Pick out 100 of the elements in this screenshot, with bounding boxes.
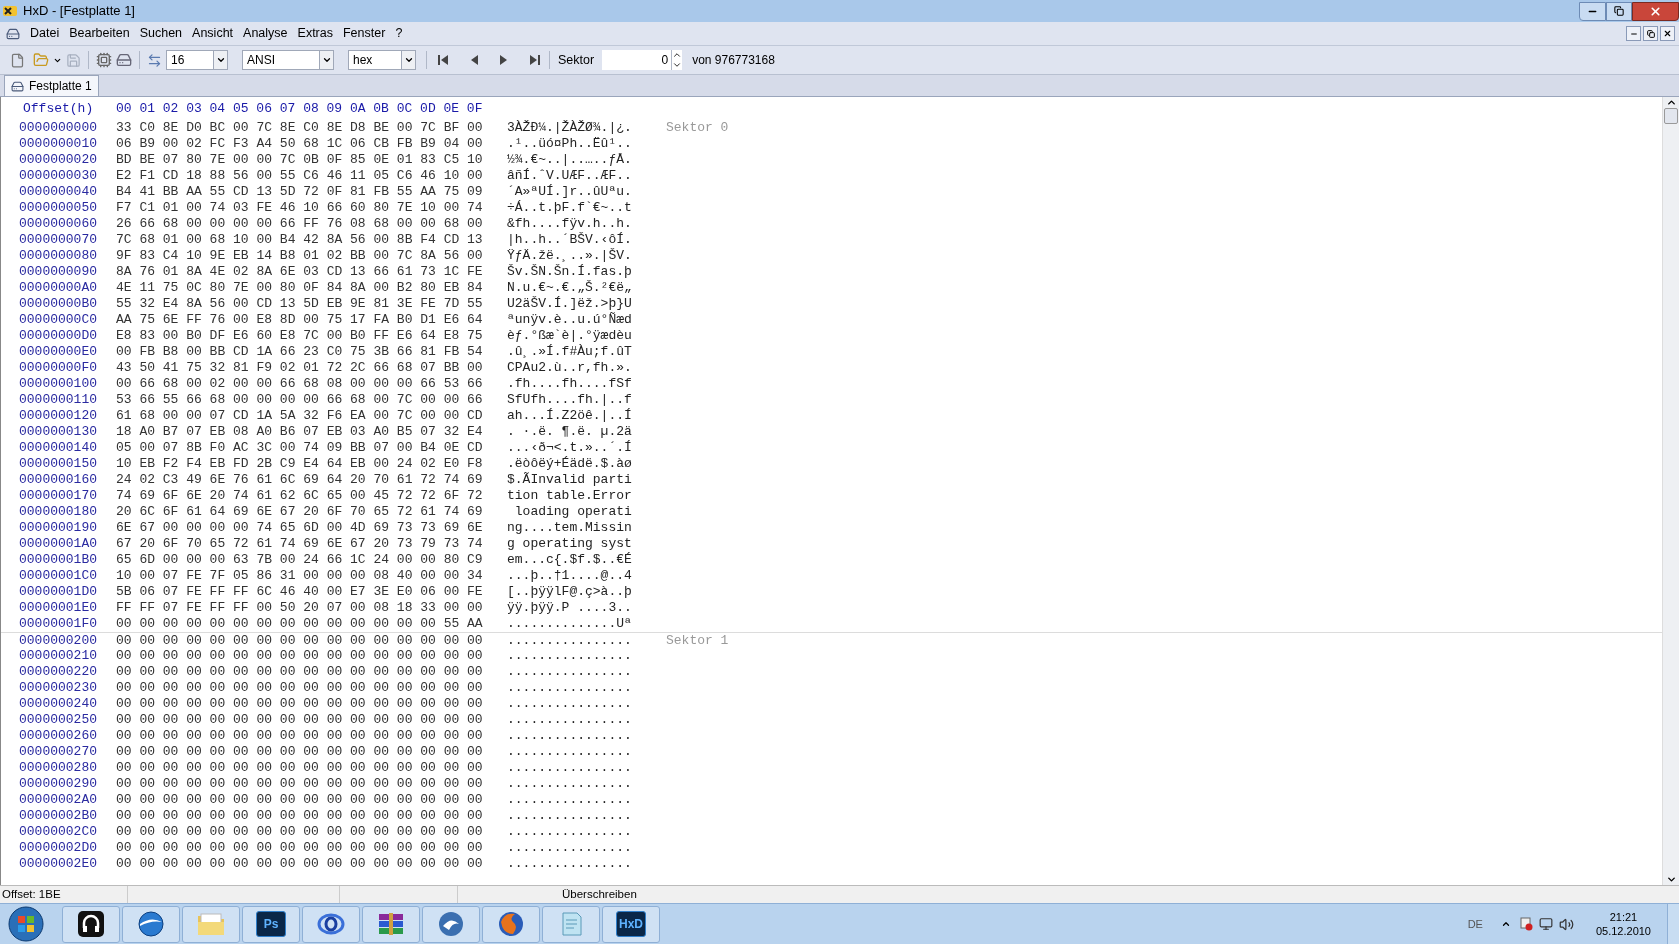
offset-cell-text: 00000001A0 — [19, 536, 98, 552]
hex-bytes: 00 00 00 00 00 00 00 00 00 00 00 00 00 00 00 00 — [116, 664, 484, 680]
spin-down-icon[interactable] — [672, 60, 683, 70]
hex-bytes: 26 66 68 00 00 00 00 66 FF 76 08 68 00 00 68 00 — [116, 216, 484, 232]
menu-item[interactable]: Ansicht — [187, 24, 239, 43]
spin-up-icon[interactable] — [672, 50, 683, 60]
text-column: ................ — [507, 664, 666, 680]
text-column: SfUfh....fh.|..f — [507, 392, 666, 408]
text-column: ah...Í.Z2öê.|..Í — [507, 408, 666, 424]
chip-icon[interactable] — [96, 52, 112, 68]
hex-bytes: 61 68 00 00 07 CD 1A 5A 32 F6 EA 00 7C 00 00 CD — [116, 408, 484, 424]
document-icon — [6, 26, 20, 41]
menu-item[interactable]: Suchen — [134, 24, 188, 43]
bytes-per-row-select[interactable]: 16 — [166, 50, 228, 70]
child-close-button[interactable] — [1660, 26, 1675, 41]
scroll-thumb[interactable] — [1664, 108, 1678, 124]
text-column: [..þÿÿlF@.ç>à..þ — [507, 584, 666, 600]
flag-icon[interactable] — [1518, 917, 1533, 931]
document-tab[interactable]: Festplatte 1 — [4, 75, 99, 96]
offset-cell-text: 00000001D0 — [19, 584, 98, 600]
offset-cell-text: 00000002B0 — [19, 808, 98, 824]
vertical-scrollbar[interactable] — [1662, 97, 1679, 885]
language-indicator[interactable]: DE — [1467, 915, 1483, 933]
menu-item[interactable]: Bearbeiten — [64, 24, 135, 43]
hex-bytes: 00 00 00 00 00 00 00 00 00 00 00 00 00 00 00 00 — [116, 712, 484, 728]
column-header: 08 — [303, 101, 320, 117]
volume-icon[interactable] — [1558, 916, 1574, 932]
menu-item[interactable]: Fenster — [338, 24, 391, 43]
offset-cell-text: 0000000280 — [19, 760, 98, 776]
taskbar-button[interactable]: HxD — [602, 905, 660, 943]
text-column: ................ — [507, 648, 666, 664]
clock-date[interactable]: 05.12.2010 — [1595, 924, 1651, 938]
taskbar-button[interactable]: Ps — [242, 905, 300, 943]
hex-bytes: 6E 67 00 00 00 00 74 65 6D 00 4D 69 73 73 69 6E — [116, 520, 484, 536]
offset-cell-text: 0000000010 — [19, 136, 98, 152]
hex-bytes: 20 6C 6F 61 64 69 6E 67 20 6F 70 65 72 61 74 69 — [116, 504, 484, 520]
text-column: U2äŠV.Í.]ëž.>þ}U — [507, 296, 666, 312]
offset-cell-text: 0000000000 — [19, 120, 98, 136]
text-column: ................ — [507, 633, 666, 648]
hex-bytes: 00 66 68 00 02 00 00 66 68 08 00 00 00 66 53 66 — [116, 376, 484, 392]
hex-bytes: 00 00 00 00 00 00 00 00 00 00 00 00 00 00 00 00 — [116, 760, 484, 776]
child-restore-button[interactable] — [1643, 26, 1658, 41]
text-column: ÿÿ.þÿÿ.P ....3.. — [507, 600, 666, 616]
hex-bytes: 06 B9 00 02 FC F3 A4 50 68 1C 06 CB FB B9 04 00 — [116, 136, 484, 152]
child-minimize-button[interactable] — [1626, 26, 1641, 41]
show-hidden-icons[interactable] — [1500, 919, 1511, 929]
hex-bytes: 74 69 6F 6E 20 74 61 62 6C 65 00 45 72 72 6F 72 — [116, 488, 484, 504]
text-column: ..............Uª — [507, 616, 666, 632]
sector-spin-field[interactable]: 0 — [602, 50, 683, 70]
offset-cell-text: 0000000240 — [19, 696, 98, 712]
text-column: CPAu2.ù..r,fh.». — [507, 360, 666, 376]
text-column: ................ — [507, 856, 666, 872]
text-column: ŸƒÄ.žë.¸..».|ŠV. — [507, 248, 666, 264]
close-button[interactable] — [1632, 1, 1679, 21]
offset-base-select[interactable]: hex — [348, 50, 416, 70]
text-column: &fh....fÿv.h..h. — [507, 216, 666, 232]
hex-bytes: 00 00 00 00 00 00 00 00 00 00 00 00 00 00 00 00 — [116, 648, 484, 664]
offset-cell-text: 0000000160 — [19, 472, 98, 488]
hex-bytes: 00 FB B8 00 BB CD 1A 66 23 C0 75 3B 66 81 FB 54 — [116, 344, 484, 360]
text-column: ng....tem.Missin — [507, 520, 666, 536]
text-column: .fh....fh....fSf — [507, 376, 666, 392]
clock-time[interactable]: 21:21 — [1609, 910, 1638, 924]
offset-cell-text: 0000000230 — [19, 680, 98, 696]
rings-icon — [316, 912, 346, 936]
headphones-icon — [77, 910, 105, 938]
text-column: ................ — [507, 760, 666, 776]
hex-bytes: 00 00 00 00 00 00 00 00 00 00 00 00 00 00 00 00 — [116, 728, 484, 744]
close-icon — [1649, 4, 1662, 18]
menu-item[interactable]: Analyse — [238, 24, 293, 43]
offset-cell-text: 0000000180 — [19, 504, 98, 520]
text-column: ................ — [507, 840, 666, 856]
text-column: g operating syst — [507, 536, 666, 552]
hex-bytes: E8 83 00 B0 DF E6 60 E8 7C 00 B0 FF E6 64 E8 75 — [116, 328, 484, 344]
offset-cell-text: 00000000C0 — [19, 312, 98, 328]
hex-bytes: BD BE 07 80 7E 00 00 7C 0B 0F 85 0E 01 83 C5 10 — [116, 152, 484, 168]
hex-bytes: 00 00 00 00 00 00 00 00 00 00 00 00 00 00 00 00 — [116, 856, 484, 872]
scroll-down-icon[interactable] — [1665, 874, 1677, 885]
sector-marker: Sektor 0 — [666, 120, 729, 136]
offset-cell-text: 0000000060 — [19, 216, 98, 232]
offset-cell-text: 00000001F0 — [19, 616, 98, 632]
taskbar-button[interactable] — [62, 905, 120, 943]
last-sector-icon[interactable] — [527, 53, 541, 67]
menu-item[interactable]: ? — [390, 24, 408, 43]
text-column: èƒ.°ßæ`è|.°ÿædèu — [507, 328, 666, 344]
scroll-up-icon[interactable] — [1665, 97, 1677, 108]
text-column: ................ — [507, 776, 666, 792]
maximize-button[interactable] — [1606, 1, 1632, 21]
charset-select[interactable]: ANSI — [242, 50, 334, 70]
new-file-icon[interactable] — [10, 52, 25, 68]
first-sector-icon[interactable] — [437, 53, 451, 67]
offset-cell-text: 0000000110 — [19, 392, 98, 408]
network-icon[interactable] — [1538, 917, 1553, 931]
hex-bytes: 00 00 00 00 00 00 00 00 00 00 00 00 00 00 00 00 — [116, 680, 484, 696]
taskbar-button[interactable] — [302, 905, 360, 943]
menu-item[interactable]: Extras — [292, 24, 338, 43]
hex-bytes: 05 00 07 8B F0 AC 3C 00 74 09 BB 07 00 B4 0E CD — [116, 440, 484, 456]
text-column: ÷Á..t.þF.f`€~..t — [507, 200, 666, 216]
offset-cell-text: 0000000140 — [19, 440, 98, 456]
menu-item[interactable]: Datei — [25, 24, 65, 43]
hex-bytes: 00 00 00 00 00 00 00 00 00 00 00 00 00 00 00 00 — [116, 824, 484, 840]
